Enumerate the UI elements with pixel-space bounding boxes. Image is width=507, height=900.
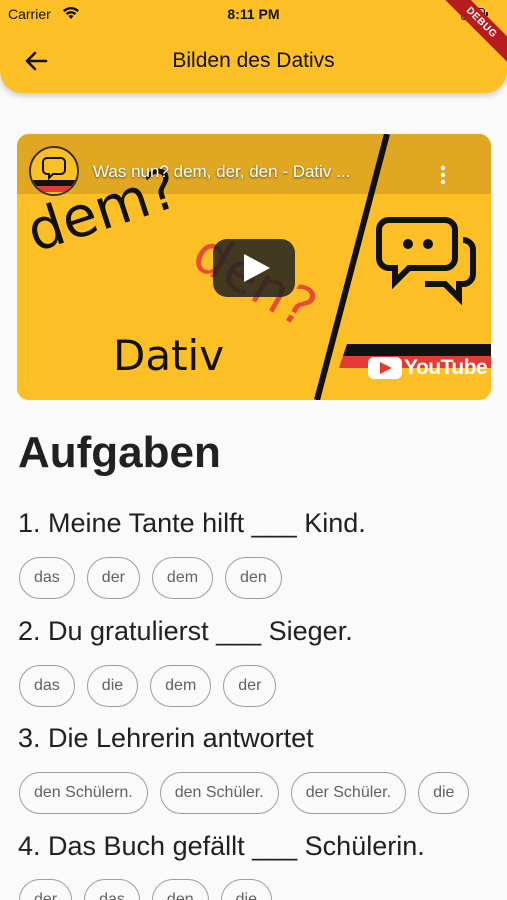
status-bar: Carrier 8:11 PM <box>0 0 507 28</box>
option-chip[interactable]: den Schülern. <box>19 772 148 814</box>
channel-logo <box>29 146 79 196</box>
status-time: 8:11 PM <box>227 6 280 22</box>
task-question: 2. Du gratulierst ___ Sieger. <box>18 616 353 646</box>
option-chip[interactable]: die <box>418 772 470 814</box>
app-bar: Carrier 8:11 PM Bilden des Dativs <box>0 0 507 93</box>
option-chip[interactable]: den <box>151 879 209 900</box>
section-heading: Aufgaben <box>18 428 221 477</box>
option-chip[interactable]: die <box>220 879 272 900</box>
task-question: 4. Das Buch gefällt ___ Schülerin. <box>18 831 425 861</box>
option-chip[interactable]: der Schüler. <box>290 772 407 814</box>
thumb-word-dativ: Dativ <box>113 331 224 380</box>
option-chip[interactable]: das <box>84 879 140 900</box>
option-chip[interactable]: der <box>86 557 140 599</box>
youtube-wordmark: YouTube <box>404 356 488 379</box>
page-title: Bilden des Dativs <box>172 49 335 72</box>
option-chip[interactable]: das <box>19 665 75 707</box>
more-vertical-icon[interactable] <box>435 164 451 186</box>
task-options: das der dem den <box>19 557 282 599</box>
video-title: Was nun? dem, der, den - Dativ ... <box>93 162 351 181</box>
task-options: den Schülern. den Schüler. der Schüler. … <box>19 772 507 814</box>
video-player[interactable]: dem? den? Dativ Was nun? dem, der, den -… <box>17 134 491 400</box>
play-button[interactable] <box>213 239 295 297</box>
task-options: der das den die <box>19 879 272 900</box>
option-chip[interactable]: den <box>225 557 282 599</box>
task-options: das die dem der <box>19 665 277 707</box>
youtube-play-icon <box>368 357 402 379</box>
option-chip[interactable]: dem <box>151 557 214 599</box>
option-chip[interactable]: die <box>86 665 139 707</box>
task-question: 1. Meine Tante hilft ___ Kind. <box>18 508 366 538</box>
youtube-logo[interactable]: YouTube <box>368 356 488 380</box>
option-chip[interactable]: den Schüler. <box>159 772 279 814</box>
option-chip[interactable]: der <box>19 879 73 900</box>
option-chip[interactable]: das <box>19 557 75 599</box>
task-question: 3. Die Lehrerin antwortet <box>18 723 314 753</box>
option-chip[interactable]: der <box>223 665 277 707</box>
option-chip[interactable]: dem <box>150 665 212 707</box>
